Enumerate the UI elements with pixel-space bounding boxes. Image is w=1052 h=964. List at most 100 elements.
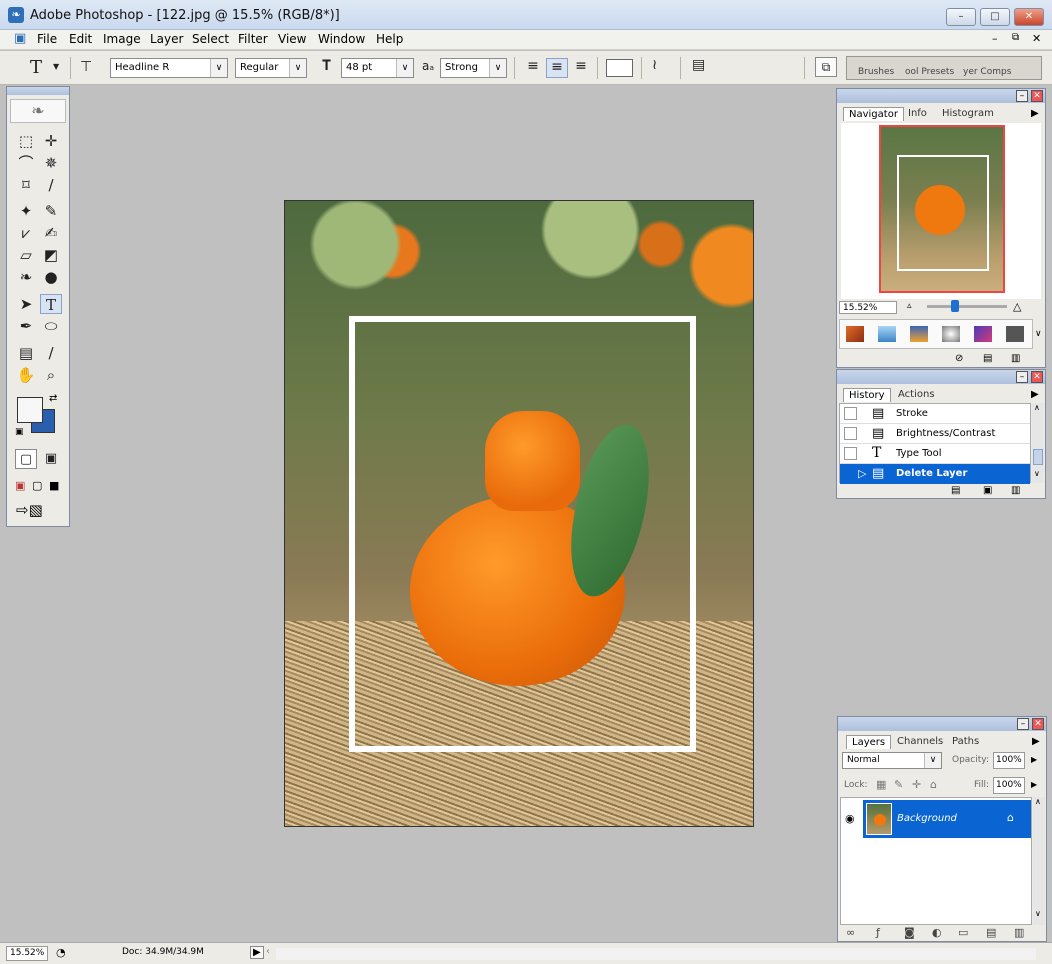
zoom-slider-track[interactable] xyxy=(927,305,1007,308)
thumbnail-view-box[interactable] xyxy=(897,155,989,271)
styles-scroll-icon[interactable]: ∨ xyxy=(1035,329,1042,339)
doc-restore-button[interactable]: ⧉ xyxy=(1012,32,1019,43)
history-item-selected[interactable]: ▷ ▤ Delete Layer xyxy=(840,464,1030,484)
add-mask-icon[interactable]: ◙ xyxy=(904,926,915,939)
well-tab-layer-comps[interactable]: yer Comps xyxy=(963,67,1011,77)
opacity-field[interactable]: 100% xyxy=(993,752,1025,769)
menu-select[interactable]: Select xyxy=(192,32,229,46)
slice-tool-icon[interactable]: ∕ xyxy=(40,175,62,195)
zoom-slider-thumb[interactable] xyxy=(951,300,959,312)
adjustment-layer-icon[interactable]: ◐ xyxy=(932,926,942,939)
swap-colors-icon[interactable]: ⇄ xyxy=(49,393,57,404)
menu-image[interactable]: Image xyxy=(103,32,141,46)
clone-stamp-tool-icon[interactable]: ⩗ xyxy=(15,223,37,243)
panel-minimize-button[interactable]: – xyxy=(1017,718,1029,730)
feather-logo-icon[interactable]: ❧ xyxy=(10,99,66,123)
font-style-select[interactable]: Regular ∨ xyxy=(235,58,307,78)
style-swatch-4[interactable] xyxy=(942,326,960,342)
default-colors-icon[interactable]: ▣ xyxy=(15,427,24,437)
tool-preset-dropdown-icon[interactable]: ▼ xyxy=(53,62,59,71)
status-zoom-field[interactable]: 15.52% xyxy=(6,946,48,961)
type-tool-icon[interactable]: T xyxy=(40,294,62,314)
maximize-button[interactable]: □ xyxy=(980,8,1010,26)
menu-layer[interactable]: Layer xyxy=(150,32,183,46)
menu-file[interactable]: File xyxy=(37,32,57,46)
lock-position-icon[interactable]: ✛ xyxy=(912,778,921,791)
menu-edit[interactable]: Edit xyxy=(69,32,92,46)
tab-history[interactable]: History xyxy=(843,388,891,402)
lasso-tool-icon[interactable]: ⌒ xyxy=(15,153,37,173)
dodge-tool-icon[interactable]: ● xyxy=(40,267,62,287)
style-swatch-2[interactable] xyxy=(878,326,896,342)
standard-screen-mode-icon[interactable]: ▣ xyxy=(15,479,25,492)
panel-minimize-button[interactable]: – xyxy=(1016,90,1028,102)
palettes-toggle-icon[interactable]: ▤ xyxy=(692,57,705,73)
panel-minimize-button[interactable]: – xyxy=(1016,371,1028,383)
minimize-button[interactable]: – xyxy=(946,8,976,26)
style-swatch-5[interactable] xyxy=(974,326,992,342)
doc-close-button[interactable]: ✕ xyxy=(1032,32,1041,45)
notes-tool-icon[interactable]: ▤ xyxy=(15,343,37,363)
blur-tool-icon[interactable]: ❧ xyxy=(15,267,37,287)
link-layers-icon[interactable]: ∞ xyxy=(846,926,855,939)
doc-menu-icon[interactable]: ▣ xyxy=(14,31,26,46)
well-tab-brushes[interactable]: Brushes xyxy=(858,67,894,77)
navigator-zoom-field[interactable]: 15.52% xyxy=(839,301,897,314)
quick-mask-mode-icon[interactable]: ▣ xyxy=(40,449,62,469)
style-swatch-1[interactable] xyxy=(846,326,864,342)
status-preview-icon[interactable]: ◔ xyxy=(56,946,66,959)
brush-tool-icon[interactable]: ✎ xyxy=(40,201,62,221)
align-left-icon[interactable]: ≡ xyxy=(523,58,543,78)
history-checkbox[interactable] xyxy=(844,427,857,440)
menu-window[interactable]: Window xyxy=(318,32,365,46)
path-selection-tool-icon[interactable]: ➤ xyxy=(15,294,37,314)
history-checkbox[interactable] xyxy=(844,407,857,420)
tab-histogram[interactable]: Histogram xyxy=(937,107,999,121)
blend-mode-select[interactable]: Normal ∨ xyxy=(842,752,942,769)
font-size-select[interactable]: 48 pt ∨ xyxy=(341,58,414,78)
crop-tool-icon[interactable]: ⌑ xyxy=(15,175,37,195)
new-document-from-state-icon[interactable]: ▤ xyxy=(951,485,960,496)
scroll-thumb[interactable] xyxy=(1033,449,1043,465)
jump-to-imageready-icon[interactable]: ⇨▧ xyxy=(16,501,43,519)
panel-menu-icon[interactable]: ▶ xyxy=(1031,389,1039,400)
healing-brush-tool-icon[interactable]: ✦ xyxy=(15,201,37,221)
eye-visibility-icon[interactable]: ◉ xyxy=(845,812,855,825)
layer-row[interactable]: ◉ Background ⌂ xyxy=(841,800,1031,838)
new-snapshot-icon[interactable]: ▣ xyxy=(983,485,992,496)
history-item[interactable]: ▤ Stroke xyxy=(840,404,1030,424)
align-center-icon[interactable]: ≡ xyxy=(546,58,568,78)
opacity-slider-icon[interactable]: ▶ xyxy=(1031,755,1037,764)
warp-text-icon[interactable]: ≀ xyxy=(652,57,657,73)
history-state-icon[interactable]: ▷ xyxy=(858,467,866,480)
hand-tool-icon[interactable]: ✋ xyxy=(15,365,37,385)
tab-info[interactable]: Info xyxy=(903,107,932,121)
text-color-swatch[interactable] xyxy=(606,59,633,77)
tab-channels[interactable]: Channels xyxy=(892,735,948,749)
ellipse-tool-icon[interactable]: ⬭ xyxy=(40,316,62,336)
pen-tool-icon[interactable]: ✒ xyxy=(15,316,37,336)
layers-scrollbar[interactable]: ∧ ∨ xyxy=(1033,797,1045,925)
panel-close-button[interactable]: ✕ xyxy=(1031,371,1043,383)
lock-image-icon[interactable]: ✎ xyxy=(894,778,903,791)
eraser-tool-icon[interactable]: ▱ xyxy=(15,245,37,265)
scroll-down-icon[interactable]: ∨ xyxy=(1035,909,1041,918)
panel-menu-icon[interactable]: ▶ xyxy=(1032,736,1040,747)
lock-all-icon[interactable]: ⌂ xyxy=(930,778,937,791)
tool-preset-picker[interactable]: T xyxy=(30,57,42,78)
scroll-down-icon[interactable]: ∨ xyxy=(1034,469,1040,478)
well-tab-tool-presets[interactable]: ool Presets xyxy=(905,67,954,77)
style-swatch-3[interactable] xyxy=(910,326,928,342)
tab-paths[interactable]: Paths xyxy=(947,735,984,749)
navigator-thumbnail[interactable] xyxy=(879,125,1005,293)
full-screen-mode-icon[interactable]: ■ xyxy=(49,479,59,492)
text-orientation-icon[interactable]: ⊤ xyxy=(80,59,92,75)
tab-navigator[interactable]: Navigator xyxy=(843,107,904,121)
panel-close-button[interactable]: ✕ xyxy=(1031,90,1043,102)
fill-field[interactable]: 100% xyxy=(993,777,1025,794)
standard-mode-icon[interactable]: ▢ xyxy=(15,449,37,469)
full-screen-menu-mode-icon[interactable]: ▢ xyxy=(32,479,42,492)
status-menu-icon[interactable]: ▶ xyxy=(250,946,264,959)
panel-close-button[interactable]: ✕ xyxy=(1032,718,1044,730)
tab-layers[interactable]: Layers xyxy=(846,735,892,749)
